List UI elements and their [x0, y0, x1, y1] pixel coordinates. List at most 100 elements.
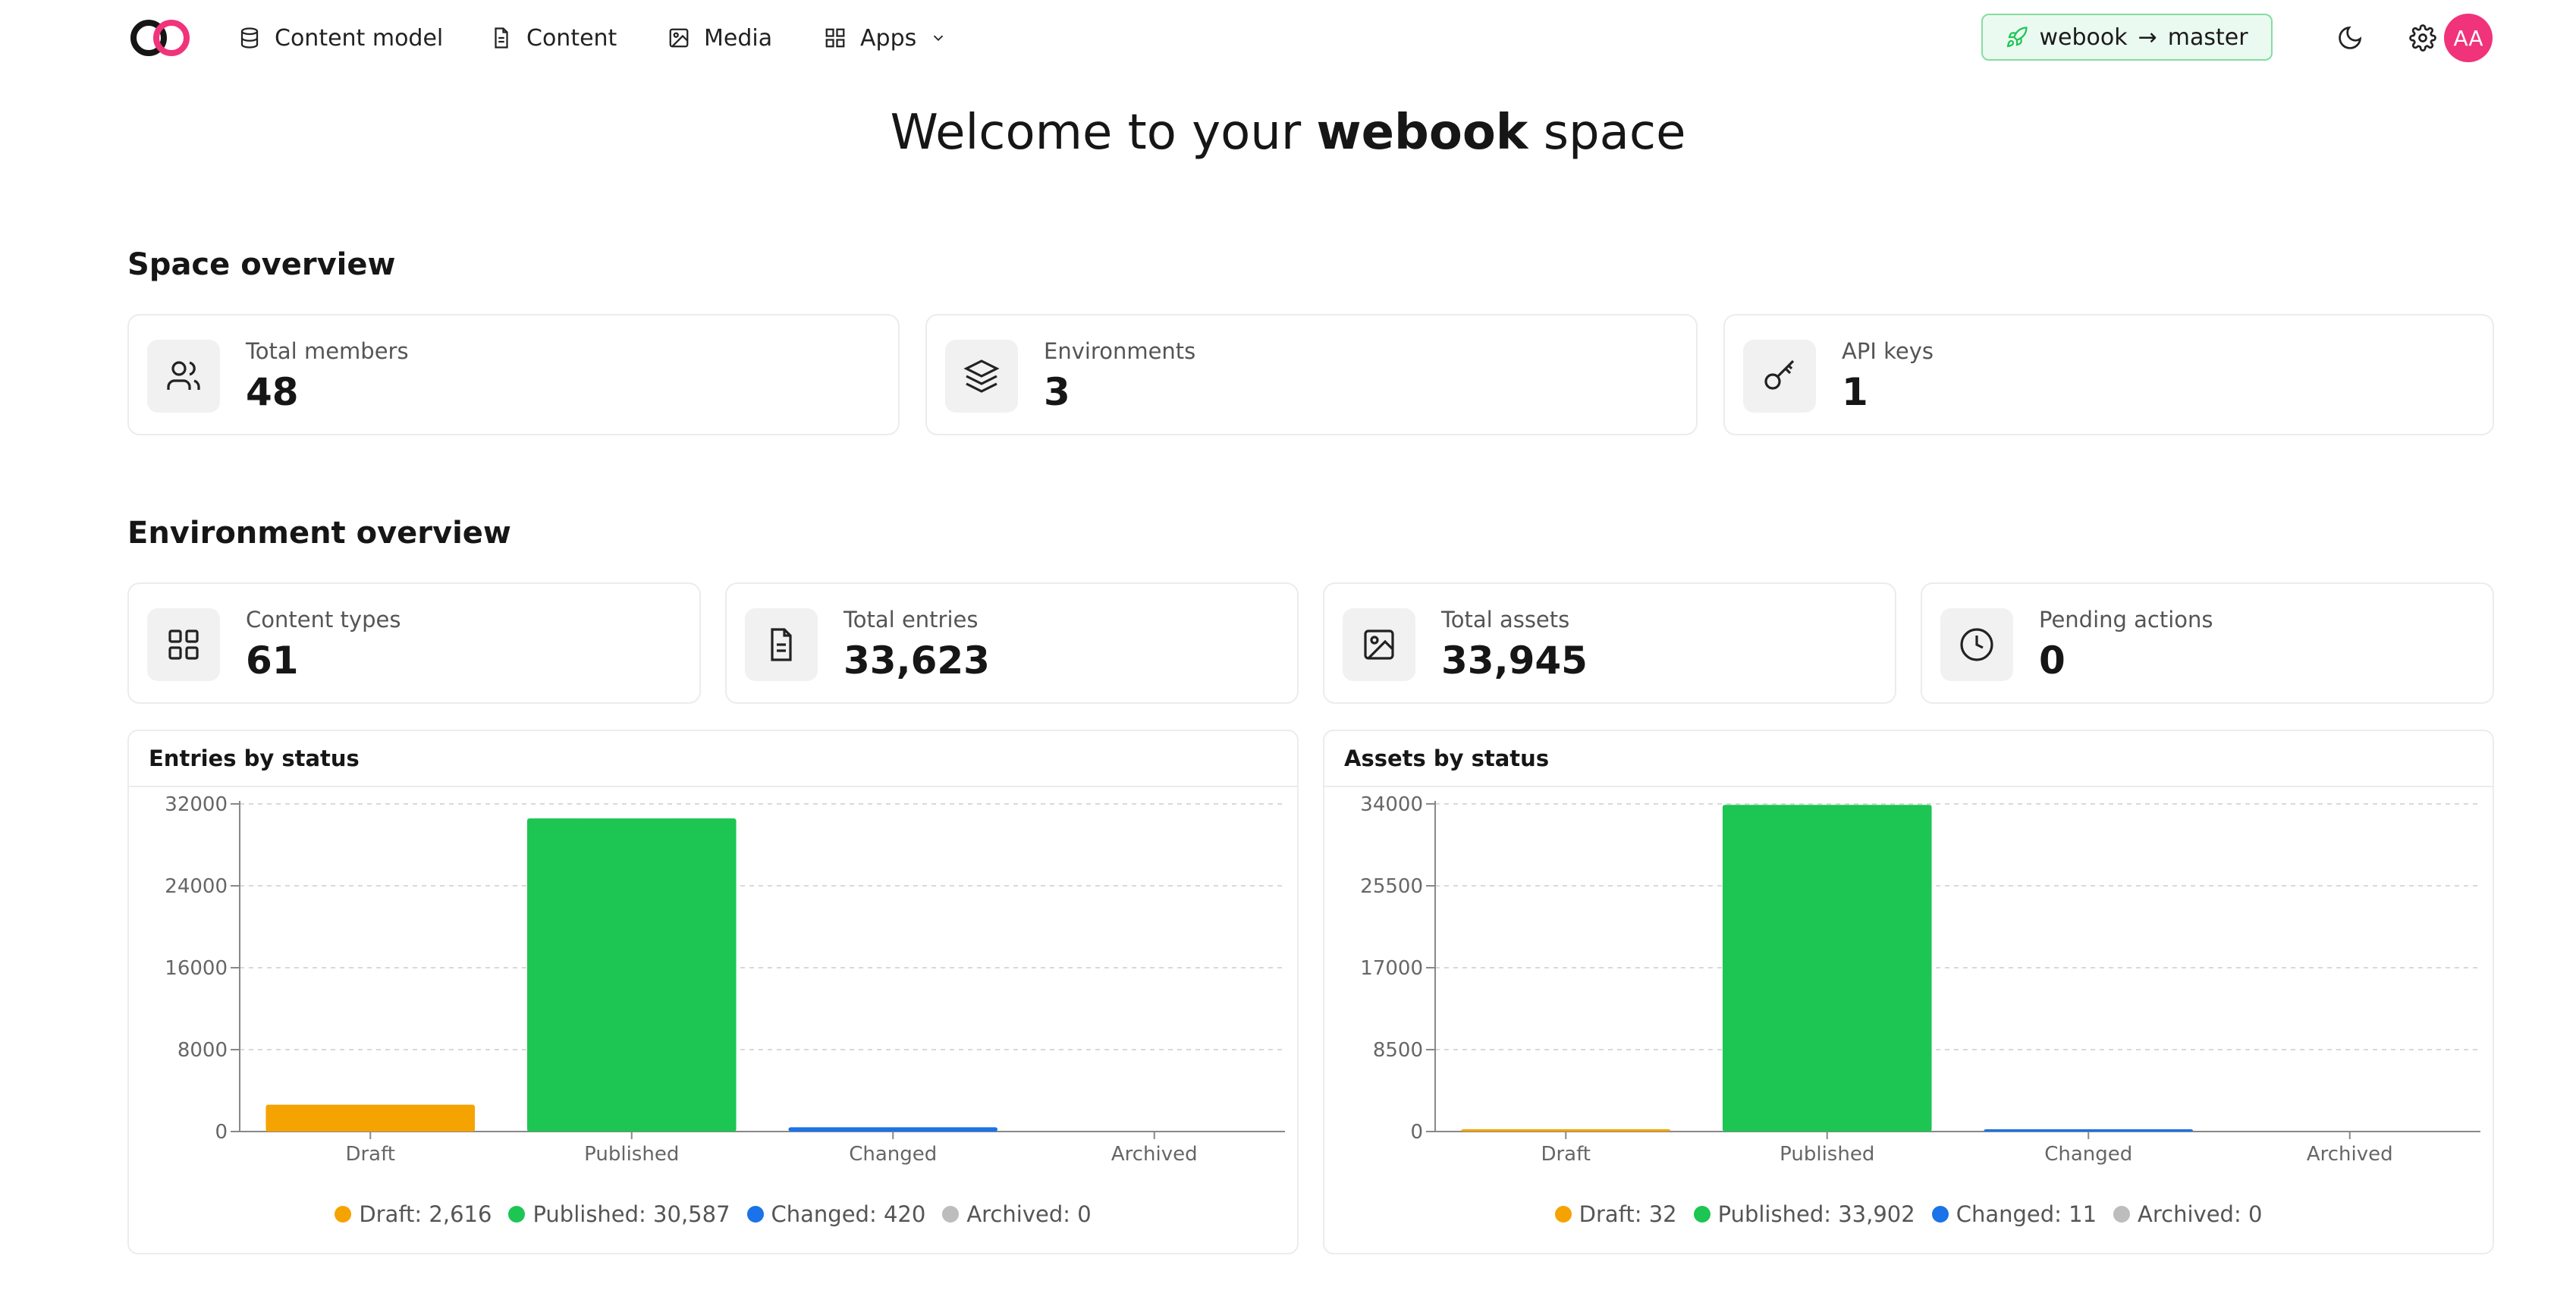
users-icon [167, 361, 200, 390]
layers-icon [963, 359, 1000, 393]
stat-icon-box [1343, 608, 1415, 681]
stat-value: 33,623 [843, 639, 990, 683]
x-tick-label: Published [1780, 1143, 1874, 1166]
stat-label: Total assets [1441, 607, 1570, 633]
legend-item-archived[interactable]: Archived: 0 [2113, 1201, 2262, 1227]
assets-chart-plot: 0 8500 17000 25500 34000 Draft Published Change… [1360, 793, 2480, 1166]
bar-changed [788, 1127, 998, 1132]
chart-title: Entries by status [129, 731, 1297, 787]
stat-icon-box [147, 608, 220, 681]
environment-switcher[interactable]: webook → master [1981, 14, 2273, 61]
bar-draft [265, 1104, 476, 1132]
nav-media[interactable]: Media [668, 20, 772, 56]
legend-swatch [508, 1206, 526, 1223]
welcome-space-name: webook [1316, 105, 1528, 161]
legend-swatch [2113, 1206, 2131, 1223]
moon-icon [2339, 26, 2362, 49]
stat-icon-box [1940, 608, 2013, 681]
key-icon [1764, 359, 1795, 390]
stat-card-content-types: Content types 61 [127, 582, 701, 704]
y-tick-label: 34000 [1360, 793, 1423, 816]
bar-published [1722, 805, 1932, 1132]
legend-label: Published: 30,587 [532, 1201, 730, 1227]
user-avatar[interactable]: AA [2444, 14, 2493, 62]
nav-content[interactable]: Content [490, 20, 617, 56]
stat-value: 48 [246, 370, 299, 414]
clock-icon [1960, 628, 1993, 661]
welcome-prefix: Welcome to your [890, 105, 1317, 161]
x-tick-label: Draft [1541, 1143, 1591, 1166]
database-icon [240, 27, 259, 49]
legend-swatch [1931, 1206, 1949, 1223]
stat-label: Total members [246, 338, 409, 364]
nav-label: Content [526, 24, 617, 52]
y-tick-label: 0 [1410, 1121, 1423, 1144]
legend-swatch [1693, 1206, 1711, 1223]
stat-card-pending-actions: Pending actions 0 [1921, 582, 2494, 704]
y-tick-label: 8500 [1373, 1039, 1423, 1062]
top-navigation: Content model Content Media Apps webook … [0, 0, 2576, 76]
settings-button[interactable] [2403, 18, 2442, 58]
legend-item-archived[interactable]: Archived: 0 [942, 1201, 1092, 1227]
entries-chart-plot: 0 8000 16000 24000 32000 Draft Published Change… [165, 793, 1285, 1166]
environment-space: webook [2039, 24, 2128, 51]
legend-swatch [746, 1206, 764, 1223]
nav-label: Apps [860, 24, 917, 52]
y-tick-label: 8000 [177, 1039, 228, 1062]
legend-item-published[interactable]: Published: 30,587 [508, 1201, 730, 1227]
welcome-suffix: space [1528, 105, 1686, 161]
legend-item-changed[interactable]: Changed: 11 [1931, 1201, 2097, 1227]
nav-content-model[interactable]: Content model [238, 20, 443, 56]
y-tick-label: 0 [215, 1121, 228, 1144]
stat-icon-box [1743, 340, 1816, 413]
x-tick-label: Published [584, 1143, 679, 1166]
legend-swatch [1554, 1206, 1572, 1223]
stat-icon-box [745, 608, 818, 681]
stat-value: 3 [1044, 370, 1070, 414]
legend-label: Draft: 2,616 [359, 1201, 492, 1227]
legend-swatch [335, 1206, 352, 1223]
legend-label: Archived: 0 [966, 1201, 1092, 1227]
environment-arrow: → [2138, 24, 2157, 51]
legend-item-published[interactable]: Published: 33,902 [1693, 1201, 1915, 1227]
bar-changed [1984, 1129, 2194, 1132]
legend-item-draft[interactable]: Draft: 2,616 [335, 1201, 492, 1227]
file-text-icon [771, 628, 792, 661]
x-tick-label: Draft [345, 1143, 395, 1166]
theme-toggle-button[interactable] [2330, 18, 2370, 58]
nav-label: Media [704, 24, 773, 52]
nav-apps[interactable]: Apps [824, 20, 947, 56]
y-tick-label: 25500 [1360, 875, 1423, 898]
y-tick-label: 32000 [165, 793, 228, 816]
legend-label: Draft: 32 [1579, 1201, 1677, 1227]
legend-swatch [942, 1206, 960, 1223]
legend-item-draft[interactable]: Draft: 32 [1554, 1201, 1677, 1227]
stat-label: Pending actions [2039, 607, 2213, 633]
assets-chart-legend: Draft: 32 Published: 33,902 Changed: 11 Arc… [1324, 1201, 2493, 1227]
bar-draft [1461, 1129, 1671, 1132]
stat-card-environments: Environments 3 [925, 314, 1698, 435]
stat-value: 1 [1842, 370, 1868, 414]
grid-icon [825, 28, 845, 48]
stat-label: Environments [1044, 338, 1196, 364]
legend-item-changed[interactable]: Changed: 420 [746, 1201, 925, 1227]
image-icon [1364, 629, 1394, 660]
gear-icon [2409, 24, 2436, 52]
stat-icon-box [147, 340, 220, 413]
x-tick-label: Changed [849, 1143, 937, 1166]
stat-value: 33,945 [1441, 639, 1588, 683]
stat-card-total-entries: Total entries 33,623 [725, 582, 1299, 704]
legend-label: Changed: 11 [1956, 1201, 2097, 1227]
environment-branch: master [2167, 24, 2248, 51]
stat-value: 61 [246, 639, 299, 683]
assets-by-status-chart: Assets by status 0 8500 17000 25500 34000 Dra… [1323, 730, 2494, 1254]
entries-by-status-chart: Entries by status 0 8000 16000 24000 32000 Dr… [127, 730, 1299, 1254]
chart-title: Assets by status [1324, 731, 2493, 787]
grid-icon [168, 629, 199, 660]
chevron-down-icon [934, 35, 944, 42]
stat-value: 0 [2039, 639, 2066, 683]
nav-label: Content model [275, 24, 444, 52]
x-tick-label: Archived [2307, 1143, 2393, 1166]
app-logo[interactable] [129, 17, 191, 59]
stat-card-total-assets: Total assets 33,945 [1323, 582, 1896, 704]
